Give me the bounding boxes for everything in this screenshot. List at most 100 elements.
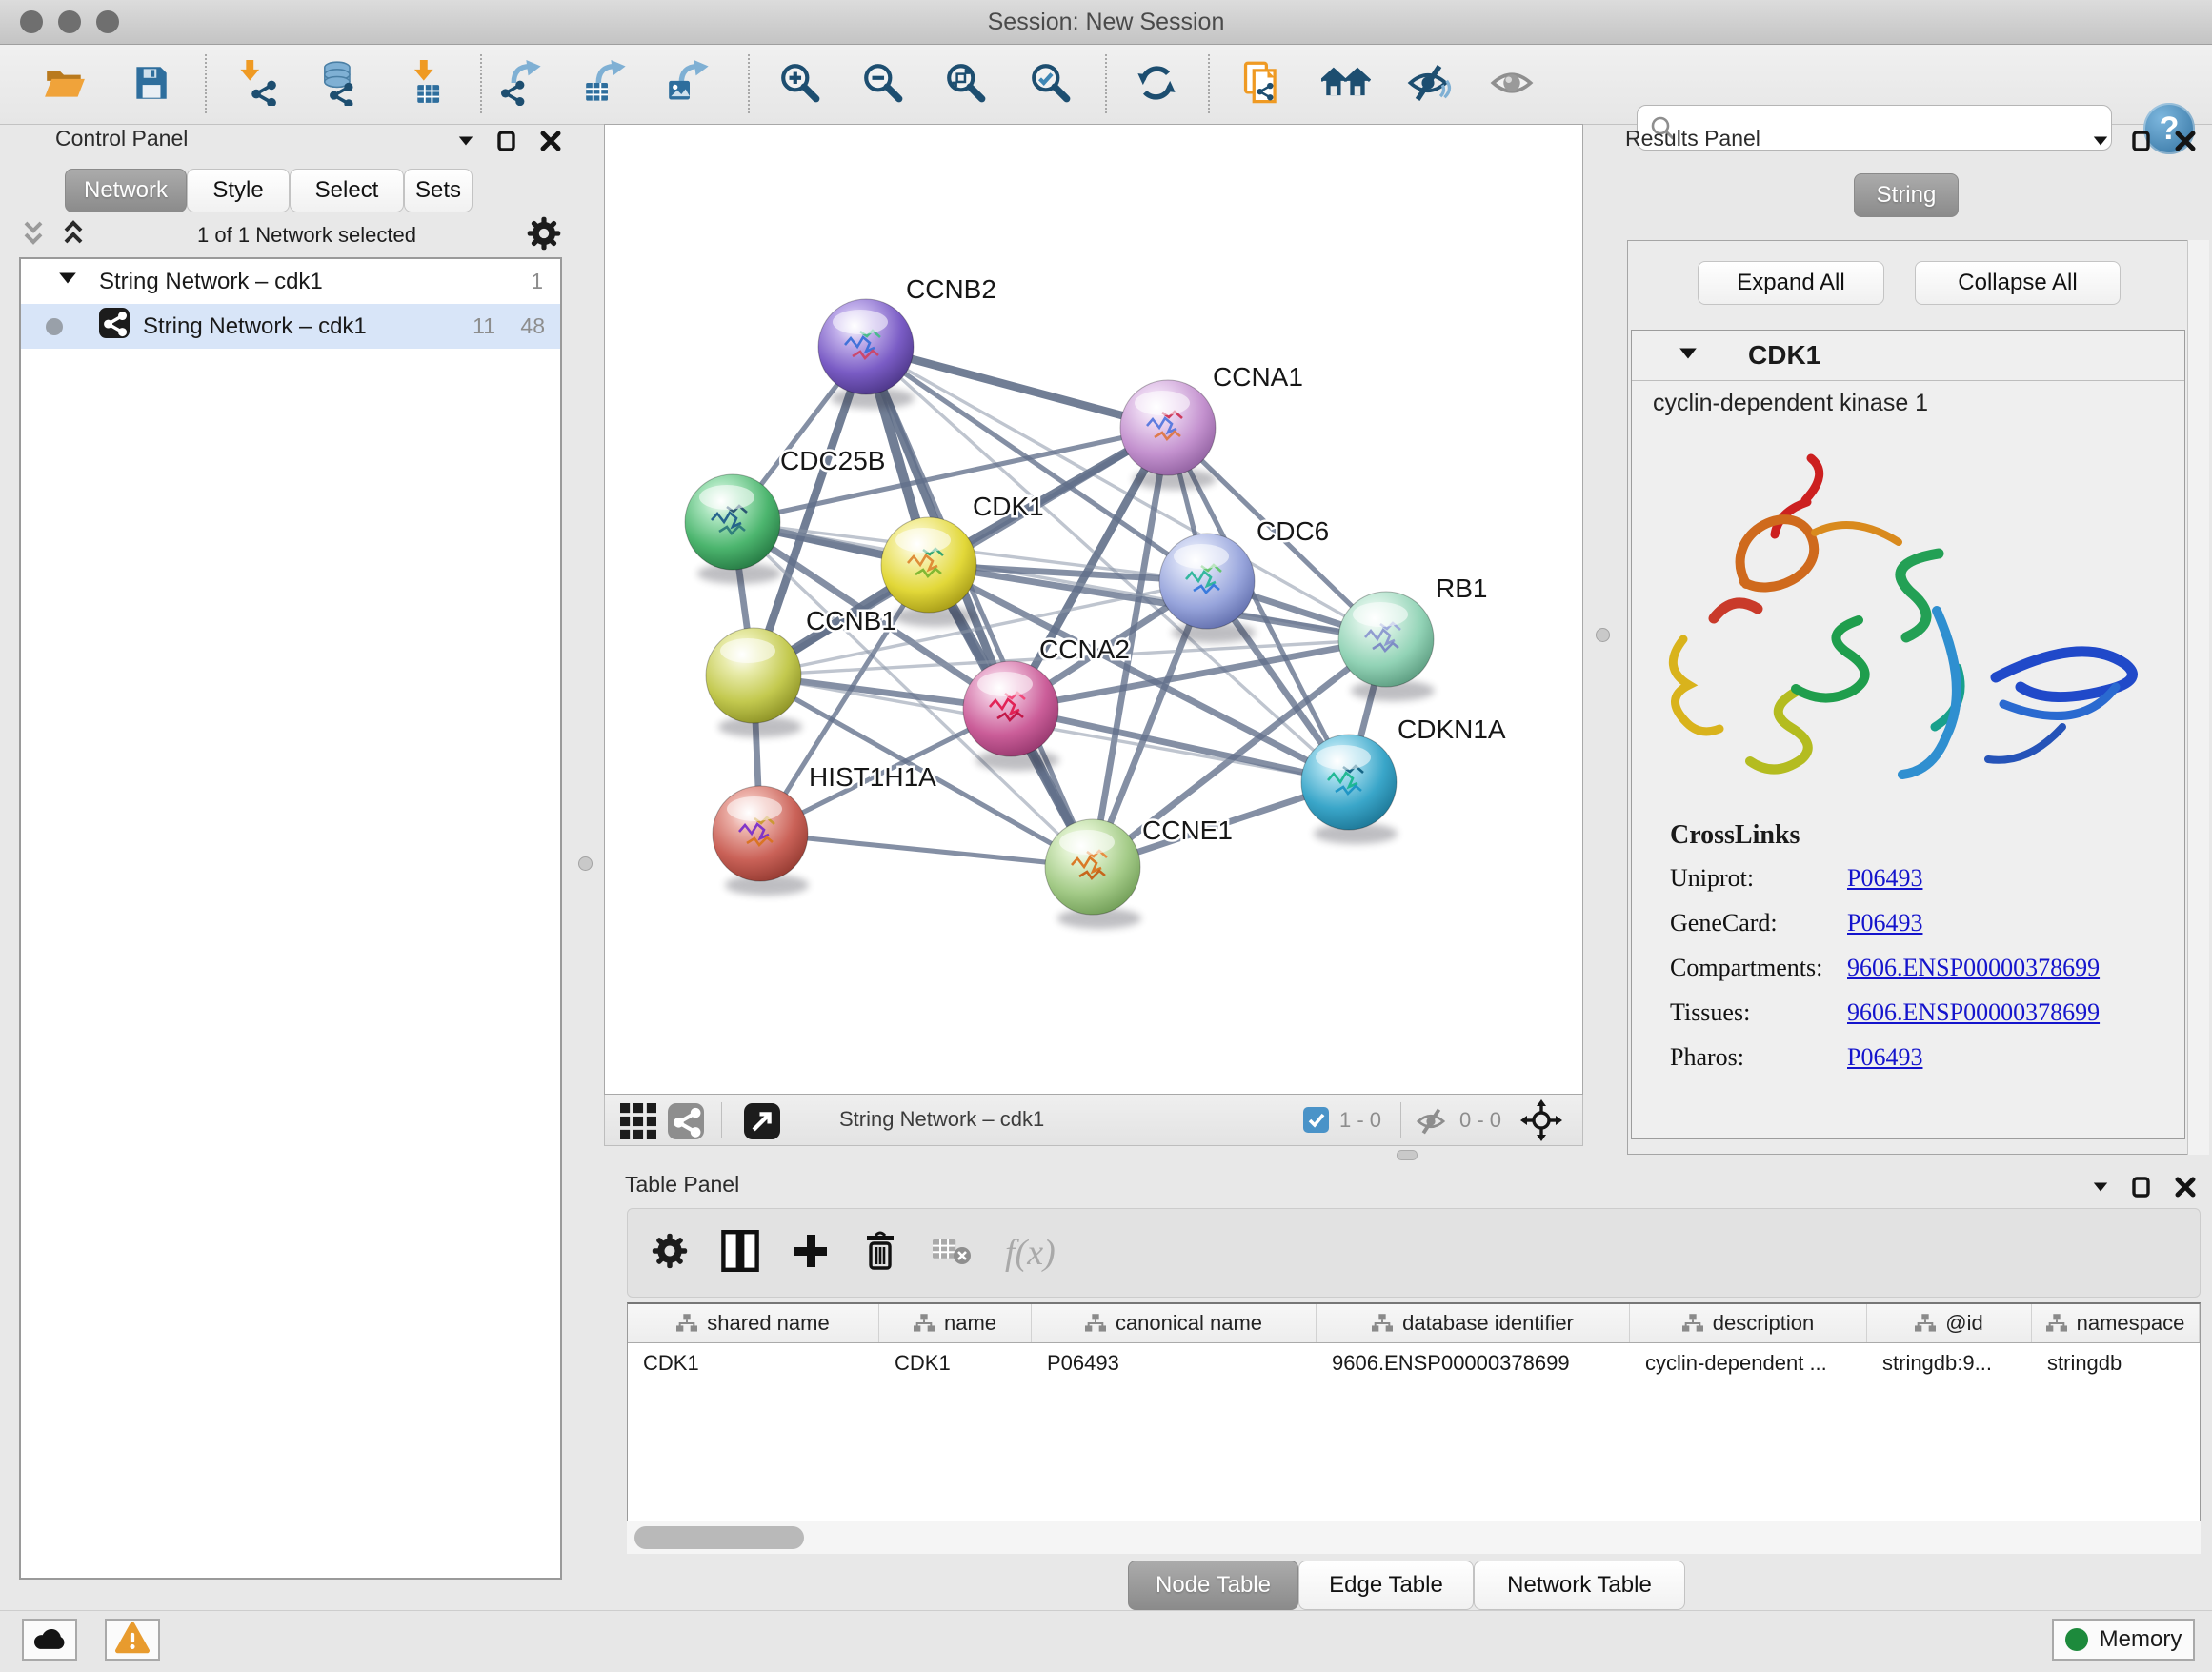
network-node-CCNB1[interactable] (706, 628, 802, 737)
collapse-all-networks-icon[interactable] (19, 219, 48, 252)
save-session-button[interactable] (122, 56, 179, 113)
table-panel-close-icon[interactable] (2174, 1176, 2197, 1203)
control-panel-menu-icon[interactable] (457, 132, 474, 154)
add-column-icon[interactable] (792, 1232, 830, 1275)
crosslink-link[interactable]: 9606.ENSP00000378699 (1847, 954, 2100, 982)
table-panel-menu-icon[interactable] (2092, 1178, 2109, 1200)
export-table-button[interactable] (578, 56, 635, 113)
tab-network-table[interactable]: Network Table (1474, 1561, 1685, 1610)
crosslink-link[interactable]: P06493 (1847, 1043, 1922, 1072)
apply-preferred-layout-button[interactable] (1128, 56, 1185, 113)
zoom-fit-button[interactable] (937, 56, 995, 113)
network-options-gear-icon[interactable] (526, 215, 562, 256)
collection-disclosure-icon[interactable] (57, 268, 78, 295)
cell[interactable]: cyclin-dependent ... (1630, 1351, 1867, 1376)
network-edge[interactable] (1011, 709, 1349, 782)
tab-style[interactable]: Style (187, 169, 290, 212)
zoom-in-button[interactable] (772, 56, 829, 113)
network-node-count: 11 (473, 313, 495, 339)
results-panel-float-icon[interactable] (2130, 130, 2153, 157)
import-network-database-button[interactable] (310, 56, 367, 113)
cell[interactable]: stringdb (2032, 1351, 2200, 1376)
column-header-namespace[interactable]: namespace (2032, 1304, 2200, 1342)
control-panel-close-icon[interactable] (539, 130, 562, 157)
right-splitter-handle[interactable] (1596, 628, 1610, 642)
show-columns-icon[interactable] (721, 1230, 759, 1277)
cell[interactable]: 9606.ENSP00000378699 (1317, 1351, 1630, 1376)
table-options-gear-icon[interactable] (651, 1232, 689, 1275)
crosslink-link[interactable]: P06493 (1847, 909, 1922, 937)
horizontal-splitter-handle[interactable] (1397, 1150, 1418, 1160)
memory-button[interactable]: Memory (2052, 1619, 2195, 1661)
column-header-name[interactable]: name (879, 1304, 1032, 1342)
network-node-CCNA2[interactable] (963, 661, 1059, 771)
network-node-CCNE1[interactable] (1045, 819, 1141, 929)
tab-network[interactable]: Network (65, 169, 187, 212)
network-node-CCNA1[interactable] (1120, 380, 1217, 490)
cloud-button[interactable] (22, 1619, 77, 1661)
delete-table-icon (931, 1234, 973, 1273)
table-panel-float-icon[interactable] (2130, 1176, 2153, 1203)
open-in-new-icon[interactable] (744, 1103, 780, 1144)
network-node-HIST1H1A[interactable] (713, 786, 809, 896)
crosslink-link[interactable]: P06493 (1847, 864, 1922, 893)
delete-column-icon[interactable] (862, 1230, 898, 1277)
export-image-button[interactable] (661, 56, 718, 113)
network-row[interactable]: String Network – cdk1 11 48 (21, 304, 560, 349)
string-network-badge-icon[interactable] (668, 1103, 704, 1144)
cell[interactable]: CDK1 (879, 1351, 1032, 1376)
protein-card-header[interactable]: CDK1 (1632, 331, 2184, 381)
tab-select[interactable]: Select (290, 169, 404, 212)
results-scrollbar[interactable] (2187, 240, 2209, 1155)
toolbar-divider (205, 54, 207, 113)
open-session-button[interactable] (36, 56, 93, 113)
cell[interactable]: CDK1 (628, 1351, 879, 1376)
hide-selected-button[interactable] (1399, 56, 1457, 113)
column-header-id[interactable]: @id (1867, 1304, 2032, 1342)
import-network-file-button[interactable] (230, 56, 287, 113)
expand-all-button[interactable]: Expand All (1698, 261, 1884, 305)
control-panel-float-icon[interactable] (495, 130, 518, 157)
network-node-CDC25B[interactable] (685, 474, 781, 584)
tab-string[interactable]: String (1854, 173, 1959, 217)
zoom-selected-button[interactable] (1022, 56, 1079, 113)
scrollbar-thumb[interactable] (634, 1526, 804, 1549)
import-table-button[interactable] (397, 56, 454, 113)
protein-disclosure-icon[interactable] (1678, 343, 1699, 369)
string-network-icon (99, 308, 130, 345)
zoom-out-button[interactable] (855, 56, 912, 113)
houses-button[interactable] (1317, 56, 1375, 113)
results-panel-menu-icon[interactable] (2092, 132, 2109, 154)
tab-node-table[interactable]: Node Table (1128, 1561, 1298, 1610)
network-node-CDKN1A[interactable] (1301, 735, 1398, 844)
table-row[interactable]: CDK1CDK1P064939606.ENSP00000378699cyclin… (628, 1343, 2200, 1382)
cell[interactable]: stringdb:9... (1867, 1351, 2032, 1376)
tab-edge-table[interactable]: Edge Table (1298, 1561, 1474, 1610)
network-edge-count: 48 (520, 313, 545, 339)
network-collection-row[interactable]: String Network – cdk1 1 (21, 259, 560, 304)
selected-nodes-checkbox[interactable] (1303, 1107, 1329, 1133)
birdseye-grid-icon[interactable] (620, 1103, 656, 1144)
column-header-description[interactable]: description (1630, 1304, 1867, 1342)
node-label-CCNA2: CCNA2 (1039, 635, 1130, 664)
show-all-button[interactable] (1483, 56, 1540, 113)
export-network-button[interactable] (493, 56, 551, 113)
column-header-canonicalname[interactable]: canonical name (1032, 1304, 1317, 1342)
expand-all-networks-icon[interactable] (59, 219, 88, 252)
network-node-CDC6[interactable] (1159, 534, 1256, 643)
crosslink-link[interactable]: 9606.ENSP00000378699 (1847, 998, 2100, 1027)
results-panel-close-icon[interactable] (2174, 130, 2197, 157)
left-splitter-handle[interactable] (578, 856, 593, 871)
birdseye-crosshair-icon[interactable] (1520, 1099, 1562, 1146)
collapse-all-button[interactable]: Collapse All (1915, 261, 2121, 305)
network-node-RB1[interactable] (1338, 592, 1435, 701)
column-header-databaseidentifier[interactable]: database identifier (1317, 1304, 1630, 1342)
tab-sets[interactable]: Sets (404, 169, 473, 212)
column-header-sharedname[interactable]: shared name (628, 1304, 879, 1342)
network-canvas[interactable]: CCNB2CCNA1CDC25BCDK1CDC6RB1CCNB1CCNA2CDK… (604, 124, 1583, 1095)
clone-documents-button[interactable] (1234, 56, 1291, 113)
network-status-dot-icon (46, 318, 63, 335)
table-horizontal-scrollbar[interactable] (627, 1521, 2201, 1554)
cell[interactable]: P06493 (1032, 1351, 1317, 1376)
warnings-button[interactable] (105, 1619, 160, 1661)
